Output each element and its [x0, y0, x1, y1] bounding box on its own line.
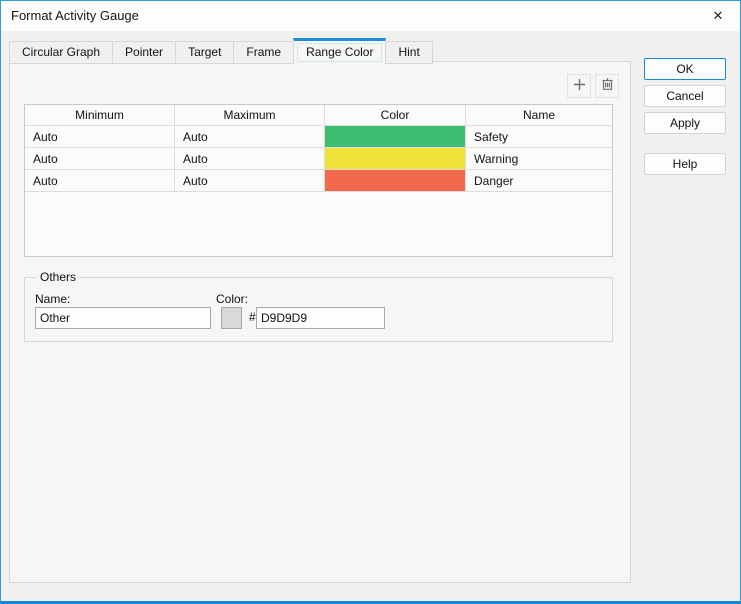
apply-button[interactable]: Apply: [644, 112, 726, 134]
close-icon[interactable]: ✕: [709, 7, 727, 25]
minimum-value[interactable]: Auto: [25, 170, 175, 191]
tab-hint[interactable]: Hint: [385, 41, 432, 64]
dialog-title: Format Activity Gauge: [11, 8, 139, 23]
others-group: Others Name: Color: #: [24, 277, 613, 342]
minimum-value[interactable]: Auto: [25, 126, 175, 147]
column-header-color: Color: [325, 105, 466, 125]
tab-bar: Circular Graph Pointer Target Frame Rang…: [9, 38, 433, 64]
range-name-value[interactable]: Safety: [466, 126, 612, 147]
format-activity-gauge-dialog: Format Activity Gauge ✕ Circular Graph P…: [0, 0, 741, 604]
minimum-value[interactable]: Auto: [25, 148, 175, 169]
column-header-minimum: Minimum: [25, 105, 175, 125]
table-row-danger[interactable]: Auto Auto Danger: [25, 170, 612, 192]
tab-target[interactable]: Target: [175, 41, 234, 64]
table-row-safety[interactable]: Auto Auto Safety: [25, 126, 612, 148]
range-color-panel: Minimum Maximum Color Name Auto Auto Saf…: [9, 61, 631, 583]
tab-pointer[interactable]: Pointer: [112, 41, 176, 64]
column-header-name: Name: [466, 105, 612, 125]
other-color-label: Color:: [216, 292, 248, 306]
maximum-value[interactable]: Auto: [175, 148, 325, 169]
color-swatch-danger[interactable]: [325, 170, 466, 191]
table-toolbar: [567, 74, 619, 98]
ok-button[interactable]: OK: [644, 58, 726, 80]
others-group-legend: Others: [36, 270, 80, 284]
title-bar: Format Activity Gauge ✕: [1, 1, 740, 31]
column-header-maximum: Maximum: [175, 105, 325, 125]
tab-range-color[interactable]: Range Color: [293, 38, 386, 65]
table-header-row: Minimum Maximum Color Name: [25, 105, 612, 126]
other-name-label: Name:: [35, 292, 70, 306]
cancel-button[interactable]: Cancel: [644, 85, 726, 107]
range-color-table: Minimum Maximum Color Name Auto Auto Saf…: [24, 104, 613, 257]
other-color-swatch[interactable]: [221, 307, 242, 329]
help-button[interactable]: Help: [644, 153, 726, 175]
maximum-value[interactable]: Auto: [175, 126, 325, 147]
delete-range-button[interactable]: [595, 74, 619, 98]
color-swatch-warning[interactable]: [325, 148, 466, 169]
other-name-input[interactable]: [35, 307, 211, 329]
hex-prefix: #: [249, 310, 256, 324]
range-name-value[interactable]: Danger: [466, 170, 612, 191]
add-range-button[interactable]: [567, 74, 591, 98]
maximum-value[interactable]: Auto: [175, 170, 325, 191]
trash-icon: [600, 77, 615, 95]
other-color-hex-input[interactable]: [256, 307, 385, 329]
tab-frame[interactable]: Frame: [233, 41, 294, 64]
color-swatch-safety[interactable]: [325, 126, 466, 147]
table-row-warning[interactable]: Auto Auto Warning: [25, 148, 612, 170]
tab-circular-graph[interactable]: Circular Graph: [9, 41, 113, 64]
plus-icon: [572, 77, 587, 95]
range-name-value[interactable]: Warning: [466, 148, 612, 169]
